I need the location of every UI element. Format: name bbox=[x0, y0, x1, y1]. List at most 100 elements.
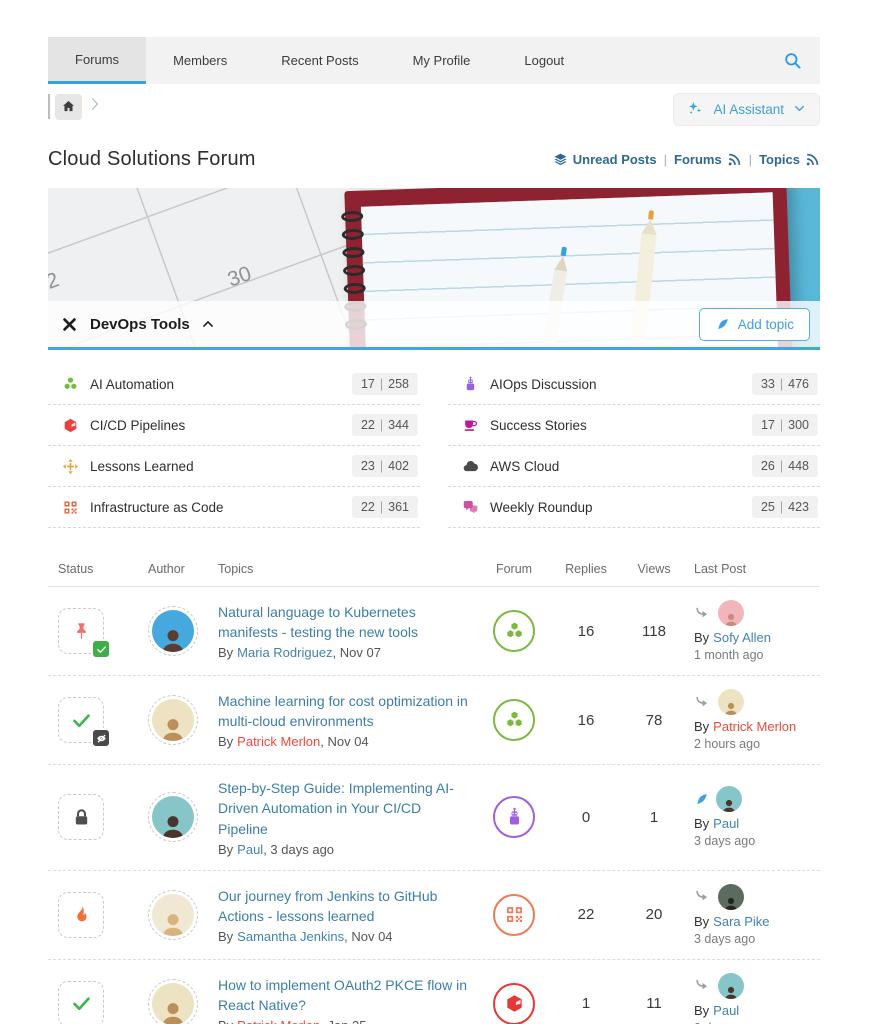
table-row: Step-by-Step Guide: Implementing AI-Driv… bbox=[48, 765, 820, 871]
tools-icon bbox=[60, 315, 79, 334]
search-button[interactable] bbox=[765, 37, 820, 84]
author-avatar[interactable] bbox=[148, 695, 198, 745]
last-poster-avatar[interactable] bbox=[718, 689, 744, 715]
lock-icon bbox=[71, 807, 92, 828]
links-divider: | bbox=[664, 152, 667, 167]
section-collapse-toggle[interactable]: DevOps Tools bbox=[60, 315, 215, 334]
author-avatar[interactable] bbox=[148, 792, 198, 842]
forum-cicd-icon[interactable] bbox=[493, 983, 535, 1024]
author-link[interactable]: Samantha Jenkins bbox=[237, 929, 344, 944]
last-poster-link[interactable]: Paul bbox=[713, 1003, 739, 1018]
table-row: Machine learning for cost optimization i… bbox=[48, 676, 820, 765]
last-poster-link[interactable]: Sara Pike bbox=[713, 914, 769, 929]
author-link[interactable]: Patrick Merlon bbox=[237, 1018, 320, 1024]
links-divider: | bbox=[749, 152, 752, 167]
last-poster-avatar[interactable] bbox=[718, 884, 744, 910]
forum-aiops-icon[interactable] bbox=[493, 796, 535, 838]
flame-icon bbox=[71, 904, 92, 925]
category-name: Lessons Learned bbox=[90, 459, 194, 474]
last-poster-link[interactable]: Patrick Merlon bbox=[713, 719, 796, 734]
topic-title-link[interactable]: Machine learning for cost optimization i… bbox=[218, 691, 470, 732]
home-button[interactable] bbox=[55, 94, 82, 120]
topic-byline: BySamantha Jenkins, Nov 04 bbox=[218, 929, 470, 944]
person-icon bbox=[158, 811, 188, 838]
views-count: 1 bbox=[618, 809, 690, 826]
category-aws-cloud[interactable]: AWS Cloud 26|448 bbox=[448, 446, 820, 487]
category-count-badge: 33|476 bbox=[752, 373, 818, 395]
pushpin-icon bbox=[71, 621, 92, 642]
header-topics: Topics bbox=[218, 562, 470, 576]
category-weekly-roundup[interactable]: Weekly Roundup 25|423 bbox=[448, 487, 820, 528]
author-link[interactable]: Maria Rodriguez bbox=[237, 645, 332, 660]
cube-icon bbox=[504, 993, 525, 1014]
forum-page: Forums Members Recent Posts My Profile L… bbox=[0, 0, 871, 1024]
page-title: Cloud Solutions Forum bbox=[48, 148, 256, 171]
author-avatar[interactable] bbox=[148, 890, 198, 940]
add-topic-label: Add topic bbox=[738, 317, 794, 332]
category-name: Infrastructure as Code bbox=[90, 500, 224, 515]
topic-title-link[interactable]: How to implement OAuth2 PKCE flow in Rea… bbox=[218, 975, 470, 1016]
topic-byline: ByPatrick Merlon, Jan 25 bbox=[218, 1018, 470, 1024]
last-post-time: 1 month ago bbox=[694, 648, 820, 662]
category-infrastructure-as-code[interactable]: Infrastructure as Code 22|361 bbox=[48, 487, 420, 528]
nav-tab-forums[interactable]: Forums bbox=[48, 37, 146, 84]
topic-title-link[interactable]: Our journey from Jenkins to GitHub Actio… bbox=[218, 886, 470, 927]
nav-spacer bbox=[591, 37, 765, 84]
last-poster-link[interactable]: Sofy Allen bbox=[713, 630, 771, 645]
replies-count: 0 bbox=[558, 809, 614, 826]
unread-posts-link[interactable]: Unread Posts bbox=[553, 152, 657, 167]
ai-assistant-label: AI Assistant bbox=[713, 102, 784, 117]
unread-posts-label: Unread Posts bbox=[573, 152, 657, 167]
table-row: Our journey from Jenkins to GitHub Actio… bbox=[48, 871, 820, 960]
chat-bubbles-icon bbox=[462, 499, 479, 516]
author-link[interactable]: Patrick Merlon bbox=[237, 734, 320, 749]
home-icon bbox=[61, 99, 76, 114]
rss-icon bbox=[727, 152, 742, 167]
topic-byline: ByMaria Rodriguez, Nov 07 bbox=[218, 645, 470, 660]
last-poster-avatar[interactable] bbox=[718, 600, 744, 626]
author-link[interactable]: Paul bbox=[237, 842, 263, 857]
author-avatar[interactable] bbox=[148, 979, 198, 1024]
forum-iac-icon[interactable] bbox=[493, 894, 535, 936]
last-poster-link[interactable]: Paul bbox=[713, 816, 739, 831]
topic-title-link[interactable]: Step-by-Step Guide: Implementing AI-Driv… bbox=[218, 778, 470, 839]
last-poster-avatar[interactable] bbox=[718, 973, 744, 999]
table-row: Natural language to Kubernetes manifests… bbox=[48, 587, 820, 676]
topic-byline: ByPatrick Merlon, Nov 04 bbox=[218, 734, 470, 749]
check-icon bbox=[71, 710, 92, 731]
category-cicd-pipelines[interactable]: CI/CD Pipelines 22|344 bbox=[48, 405, 420, 446]
category-ai-automation[interactable]: AI Automation 17|258 bbox=[48, 364, 420, 405]
layers-icon bbox=[553, 152, 568, 167]
forums-rss-link[interactable]: Forums bbox=[674, 152, 742, 167]
nav-tab-my-profile[interactable]: My Profile bbox=[386, 37, 498, 84]
cube-icon bbox=[62, 417, 79, 434]
move-arrows-icon bbox=[62, 458, 79, 475]
last-post-cell: ByPatrick Merlon 2 hours ago bbox=[694, 689, 820, 751]
nav-tab-members[interactable]: Members bbox=[146, 37, 254, 84]
qr-code-icon bbox=[62, 499, 79, 516]
cluster-icon bbox=[62, 376, 79, 393]
topic-title-link[interactable]: Natural language to Kubernetes manifests… bbox=[218, 602, 470, 643]
nav-tab-recent-posts[interactable]: Recent Posts bbox=[254, 37, 385, 84]
add-topic-button[interactable]: Add topic bbox=[699, 308, 810, 341]
category-aiops-discussion[interactable]: AIOps Discussion 33|476 bbox=[448, 364, 820, 405]
category-lessons-learned[interactable]: Lessons Learned 23|402 bbox=[48, 446, 420, 487]
rss-icon bbox=[805, 152, 820, 167]
forum-ai-automation-icon[interactable] bbox=[493, 610, 535, 652]
category-name: Success Stories bbox=[490, 418, 587, 433]
header-views: Views bbox=[618, 562, 690, 576]
category-count-badge: 22|361 bbox=[352, 496, 418, 518]
last-poster-avatar[interactable] bbox=[716, 786, 742, 812]
person-icon bbox=[721, 797, 738, 812]
status-hot-icon bbox=[58, 892, 104, 938]
forum-ai-automation-icon[interactable] bbox=[493, 699, 535, 741]
category-success-stories[interactable]: Success Stories 17|300 bbox=[448, 405, 820, 446]
nav-tab-logout[interactable]: Logout bbox=[497, 37, 591, 84]
author-avatar[interactable] bbox=[148, 606, 198, 656]
category-name: CI/CD Pipelines bbox=[90, 418, 185, 433]
chevron-down-icon bbox=[793, 102, 806, 118]
person-icon bbox=[723, 700, 740, 715]
topics-rss-link[interactable]: Topics bbox=[759, 152, 820, 167]
ai-assistant-button[interactable]: AI Assistant bbox=[673, 93, 820, 126]
views-count: 20 bbox=[618, 906, 690, 923]
